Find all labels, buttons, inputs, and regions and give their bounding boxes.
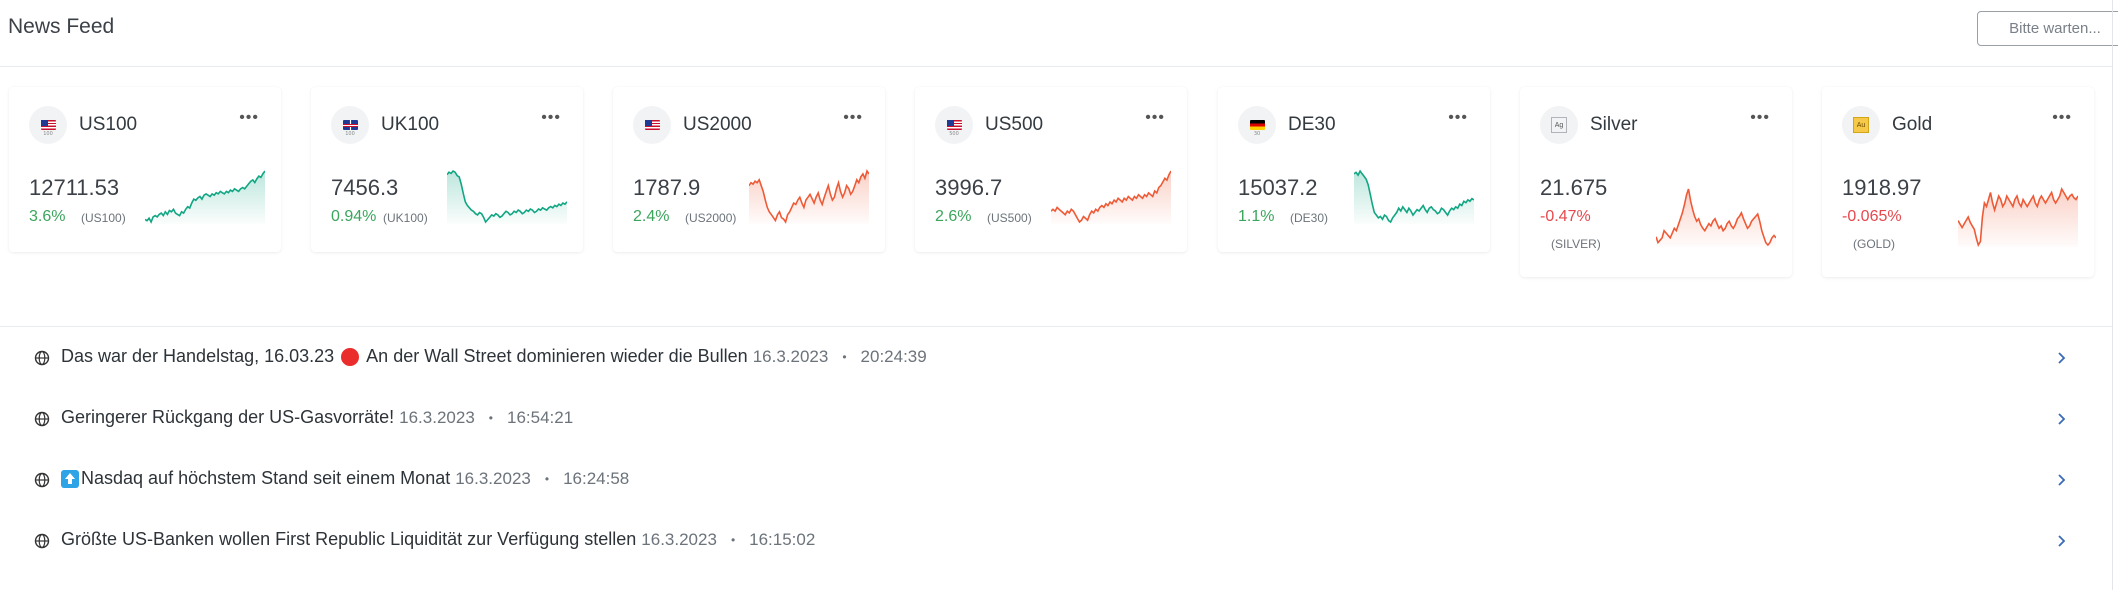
- sparkline-chart: [447, 169, 567, 224]
- card-change: 2.4%: [633, 208, 670, 225]
- card-change: 3.6%: [29, 208, 66, 225]
- card-price: 3996.7: [935, 175, 1003, 200]
- card-code: (US500): [987, 211, 1032, 225]
- card-symbol: US500: [985, 114, 1044, 135]
- market-card-silver[interactable]: Ag Silver ••• 21.675 -0.47% (SILVER): [1520, 87, 1792, 277]
- news-date: 16.3.2023: [641, 529, 717, 549]
- news-headline[interactable]: Geringerer Rückgang der US-Gasvorräte! 1…: [61, 407, 573, 428]
- chevron-right-icon[interactable]: [2056, 351, 2068, 365]
- news-item[interactable]: Nasdaq auf höchstem Stand seit einem Mon…: [0, 450, 2112, 510]
- news-time: 16:15:02: [749, 529, 816, 549]
- us-flag-icon: 100: [29, 106, 67, 144]
- news-time: 20:24:39: [860, 346, 927, 366]
- more-options-icon[interactable]: •••: [1448, 109, 1468, 127]
- card-change: 0.94%: [331, 208, 377, 225]
- market-card-gold[interactable]: Au Gold ••• 1918.97 -0.065% (GOLD): [1822, 87, 2094, 277]
- news-time: 16:24:58: [563, 468, 630, 488]
- market-card-us500[interactable]: 500 US500 ••• 3996.7 2.6% (US500): [915, 87, 1187, 252]
- more-options-icon[interactable]: •••: [541, 109, 561, 127]
- silver-icon: Ag: [1540, 106, 1578, 144]
- sparkline-chart: [749, 169, 869, 224]
- card-price: 21.675: [1540, 175, 1608, 200]
- globe-icon: [34, 411, 50, 427]
- sparkline-chart: [1958, 187, 2078, 247]
- dot-separator: •: [488, 410, 493, 425]
- headline-text: Das war der Handelstag, 16.03.23: [61, 346, 335, 366]
- card-price: 12711.53: [29, 175, 120, 200]
- card-change: 1.1%: [1238, 208, 1275, 225]
- news-date: 16.3.2023: [399, 407, 475, 427]
- card-code: (US2000): [685, 211, 737, 225]
- de-flag-icon: 30: [1238, 106, 1276, 144]
- sparkline-area: [1354, 171, 1474, 224]
- card-code: (SILVER): [1551, 237, 1601, 251]
- news-item[interactable]: Größte US-Banken wollen First Republic L…: [0, 511, 2112, 571]
- news-headline[interactable]: Nasdaq auf höchstem Stand seit einem Mon…: [61, 468, 629, 489]
- globe-icon: [34, 533, 50, 549]
- card-price: 1787.9: [633, 175, 701, 200]
- card-price: 1918.97: [1842, 175, 1922, 200]
- more-options-icon[interactable]: •••: [1145, 109, 1165, 127]
- us-flag-icon: [633, 106, 671, 144]
- news-item[interactable]: Das war der Handelstag, 16.03.23 An der …: [0, 328, 2112, 388]
- news-date: 16.3.2023: [752, 346, 829, 366]
- card-symbol: Silver: [1590, 114, 1638, 135]
- scrollbar-track[interactable]: [2112, 0, 2113, 590]
- card-change: 2.6%: [935, 208, 972, 225]
- loading-button[interactable]: Bitte warten...: [1977, 11, 2118, 46]
- news-headline[interactable]: Das war der Handelstag, 16.03.23 An der …: [61, 346, 927, 367]
- card-change: -0.47%: [1540, 208, 1591, 225]
- chevron-right-icon[interactable]: [2056, 534, 2068, 548]
- more-options-icon[interactable]: •••: [2052, 109, 2072, 127]
- globe-icon: [34, 472, 50, 488]
- sparkline-chart: [1354, 169, 1474, 224]
- news-item[interactable]: Geringerer Rückgang der US-Gasvorräte! 1…: [0, 389, 2112, 449]
- dot-separator: •: [730, 532, 736, 547]
- gold-icon: Au: [1842, 106, 1880, 144]
- card-symbol: US100: [79, 114, 138, 135]
- sparkline-chart: [1051, 170, 1171, 224]
- red-circle-icon: [341, 347, 360, 366]
- headline-text: An der Wall Street dominieren wieder die…: [366, 346, 748, 366]
- card-code: (UK100): [383, 211, 428, 225]
- headline-text: Größte US-Banken wollen First Republic L…: [61, 529, 637, 549]
- card-code: (US100): [81, 211, 126, 225]
- market-card-us2000[interactable]: US2000 ••• 1787.9 2.4% (US2000): [613, 87, 885, 252]
- chevron-right-icon[interactable]: [2056, 412, 2068, 426]
- market-cards-row: 100 US100 ••• 12711.53 3.6% (US100) 100 …: [0, 67, 2112, 327]
- card-symbol: Gold: [1892, 114, 1933, 135]
- up-arrow-icon: [61, 469, 79, 488]
- card-price: 7456.3: [331, 175, 399, 200]
- globe-icon: [34, 350, 50, 366]
- sparkline-area: [749, 171, 869, 224]
- market-card-de30[interactable]: 30 DE30 ••• 15037.2 1.1% (DE30): [1218, 87, 1490, 252]
- page-title: News Feed: [8, 15, 115, 38]
- card-code: (GOLD): [1853, 237, 1895, 251]
- news-headline[interactable]: Größte US-Banken wollen First Republic L…: [61, 529, 815, 550]
- us-flag-icon: 500: [935, 106, 973, 144]
- headline-text: Nasdaq auf höchstem Stand seit einem Mon…: [81, 468, 451, 488]
- market-card-us100[interactable]: 100 US100 ••• 12711.53 3.6% (US100): [9, 87, 281, 252]
- card-price: 15037.2: [1238, 175, 1318, 200]
- headline-text: Geringerer Rückgang der US-Gasvorräte!: [61, 407, 395, 427]
- market-card-uk100[interactable]: 100 UK100 ••• 7456.3 0.94% (UK100): [311, 87, 583, 252]
- card-change: -0.065%: [1842, 208, 1902, 225]
- sparkline-chart: [1656, 188, 1776, 247]
- news-date: 16.3.2023: [455, 468, 531, 488]
- chevron-right-icon[interactable]: [2056, 473, 2068, 487]
- more-options-icon[interactable]: •••: [1750, 109, 1770, 127]
- card-symbol: UK100: [381, 114, 440, 135]
- card-code: (DE30): [1290, 211, 1329, 225]
- card-symbol: DE30: [1288, 114, 1336, 135]
- sparkline-chart: [145, 170, 265, 224]
- uk-flag-icon: 100: [331, 106, 369, 144]
- more-options-icon[interactable]: •••: [843, 109, 863, 127]
- dot-separator: •: [544, 471, 550, 486]
- page-header: News Feed Bitte warten...: [0, 0, 2118, 67]
- news-time: 16:54:21: [506, 407, 574, 427]
- dot-separator: •: [842, 349, 847, 364]
- card-symbol: US2000: [683, 114, 752, 135]
- more-options-icon[interactable]: •••: [239, 109, 259, 127]
